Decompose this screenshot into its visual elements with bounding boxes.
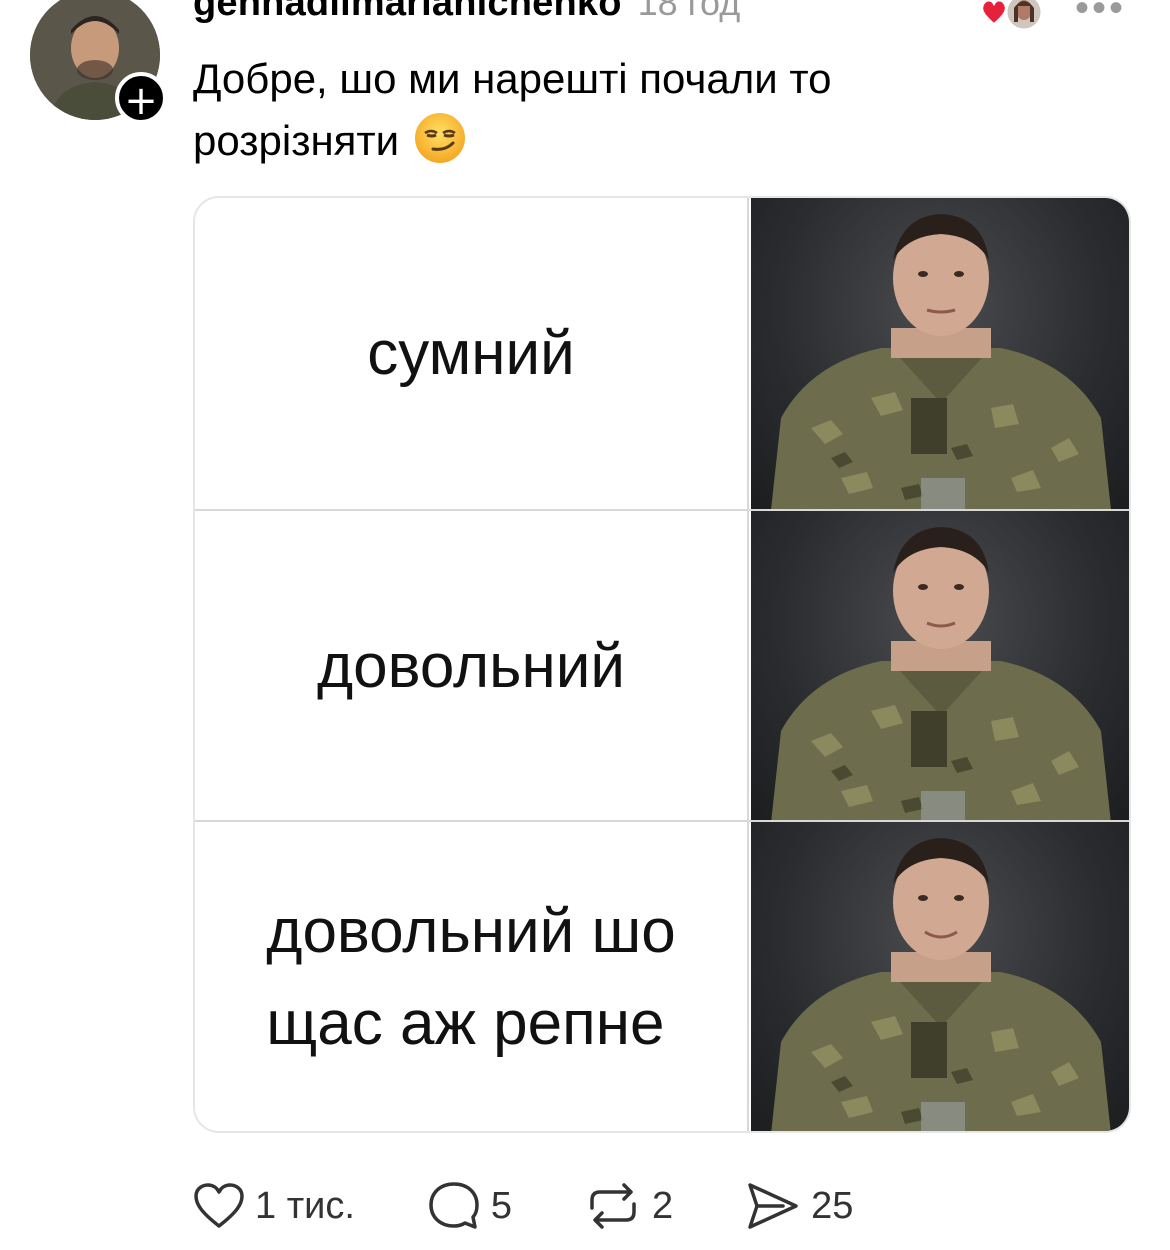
heart-icon [981, 0, 1007, 26]
repost-count: 2 [652, 1184, 674, 1227]
post-text-line-2: розрізняти [193, 117, 400, 164]
post-text-line-1: Добре, шо ми нарешті почали то [193, 55, 832, 102]
officer-photo [751, 822, 1129, 1131]
like-button[interactable]: 1 тис. [193, 1182, 355, 1230]
meme-panel: сумний [195, 198, 1129, 510]
officer-photo [751, 511, 1129, 823]
more-icon[interactable]: ••• [1075, 0, 1126, 31]
post-actions: 1 тис. 5 2 25 [193, 1178, 853, 1234]
comment-button[interactable]: 5 [427, 1180, 512, 1232]
post-timestamp: 18 год [637, 0, 741, 23]
username[interactable]: gennadiimarianichenko [193, 0, 622, 25]
follow-plus-icon[interactable]: + [115, 72, 167, 124]
smirking-face-emoji-icon [415, 113, 466, 163]
meme-panel: довольний [195, 509, 1129, 823]
like-count: 1 тис. [255, 1184, 355, 1227]
heart-outline-icon [194, 1183, 244, 1228]
liked-by-indicator[interactable] [978, 0, 1048, 32]
comment-icon [429, 1182, 479, 1229]
repost-button[interactable]: 2 [584, 1180, 673, 1232]
meme-image[interactable]: сумний довольний довольний шо щас аж реп… [193, 196, 1131, 1133]
post-text: Добре, шо ми нарешті почали то розрізнят… [193, 48, 1093, 172]
meme-panel: довольний шо щас аж репне [195, 820, 1129, 1131]
comment-count: 5 [490, 1184, 513, 1227]
share-button[interactable]: 25 [745, 1180, 853, 1232]
share-count: 25 [811, 1184, 854, 1227]
repost-icon [590, 1183, 636, 1229]
send-icon [748, 1183, 798, 1229]
meme-caption: довольний [316, 632, 625, 701]
meme-caption: сумний [367, 319, 575, 388]
officer-photo [751, 198, 1129, 510]
meme-caption: довольний шо щас аж репне [266, 897, 676, 1058]
